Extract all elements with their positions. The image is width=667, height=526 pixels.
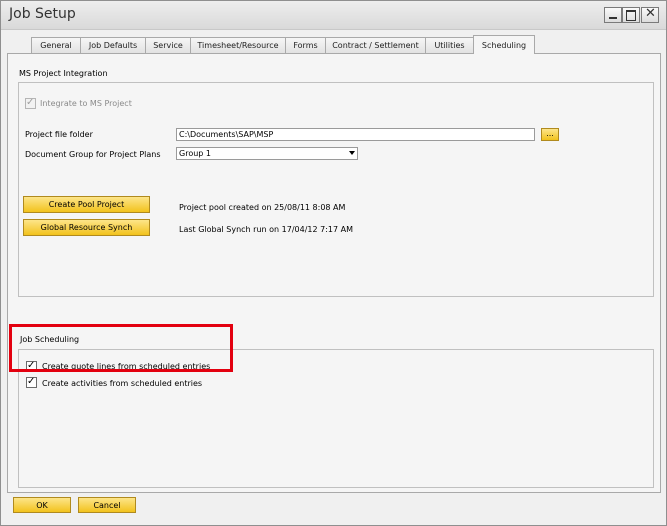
tab-forms[interactable]: Forms: [285, 37, 326, 53]
document-group-select[interactable]: Group 1: [176, 147, 358, 160]
tab-general[interactable]: General: [31, 37, 81, 53]
tab-scheduling[interactable]: Scheduling: [473, 35, 535, 54]
pool-project-status: Project pool created on 25/08/11 8:08 AM: [179, 203, 346, 212]
global-synch-status: Last Global Synch run on 17/04/12 7:17 A…: [179, 225, 353, 234]
maximize-button[interactable]: [622, 7, 640, 23]
minimize-icon: [609, 17, 617, 19]
close-icon: ✕: [645, 6, 656, 21]
checkmark-icon: ✓: [27, 376, 36, 387]
ms-project-group: [18, 82, 654, 297]
highlight-annotation-box: [9, 324, 233, 372]
close-button[interactable]: ✕: [641, 7, 659, 23]
tab-service[interactable]: Service: [145, 37, 191, 53]
minimize-button[interactable]: [604, 7, 622, 23]
project-file-folder-label: Project file folder: [25, 130, 93, 139]
integrate-ms-project-label: Integrate to MS Project: [40, 99, 132, 108]
create-activities-checkbox[interactable]: ✓: [26, 376, 37, 388]
window-title: Job Setup: [9, 6, 76, 22]
tab-timesheet-resource[interactable]: Timesheet/Resource: [190, 37, 286, 53]
document-group-label: Document Group for Project Plans: [25, 150, 161, 159]
maximize-icon: [626, 10, 636, 21]
title-bar[interactable]: Job Setup ✕: [1, 1, 666, 30]
tab-utilities[interactable]: Utilities: [425, 37, 474, 53]
document-group-value: Group 1: [179, 149, 211, 158]
dropdown-arrow-icon[interactable]: [349, 151, 355, 155]
browse-folder-button[interactable]: ...: [541, 128, 559, 141]
project-file-folder-input[interactable]: C:\Documents\SAP\MSP: [176, 128, 535, 141]
tab-contract-settlement[interactable]: Contract / Settlement: [325, 37, 426, 53]
job-setup-window: Job Setup ✕ General Job Defaults Service…: [0, 0, 667, 526]
integrate-ms-project-checkbox[interactable]: ✓: [25, 97, 36, 109]
create-pool-project-button[interactable]: Create Pool Project: [23, 196, 150, 213]
checkmark-icon: ✓: [26, 97, 35, 108]
scheduling-tab-panel: MS Project Integration ✓ Integrate to MS…: [7, 53, 661, 493]
ok-button[interactable]: OK: [13, 497, 71, 513]
cancel-button[interactable]: Cancel: [78, 497, 136, 513]
ms-project-section-title: MS Project Integration: [19, 69, 108, 78]
global-resource-synch-button[interactable]: Global Resource Synch: [23, 219, 150, 236]
create-activities-label: Create activities from scheduled entries: [42, 379, 203, 388]
tab-job-defaults[interactable]: Job Defaults: [80, 37, 146, 53]
